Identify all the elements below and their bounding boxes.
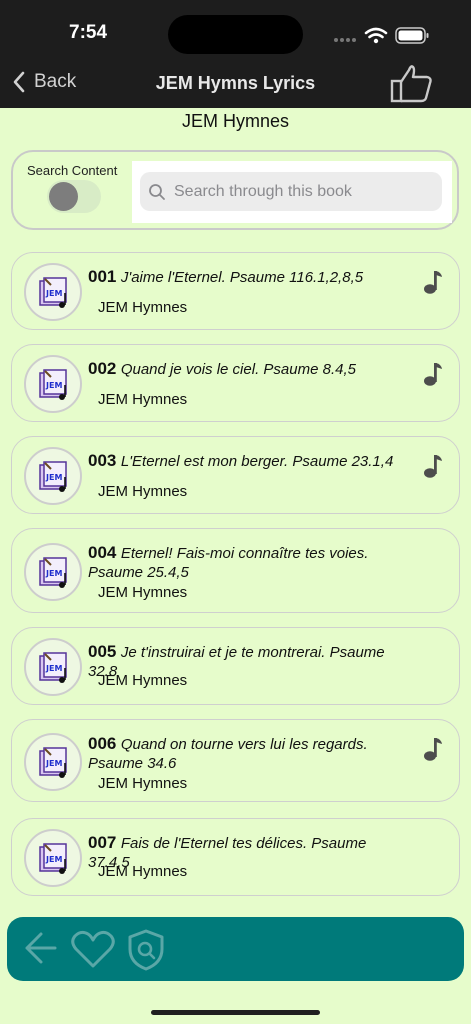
hymn-title: L'Eternel est mon berger. Psaume 23.1,4 — [120, 453, 394, 470]
hymn-thumbnail: JEM — [24, 263, 82, 321]
hymn-title: J'aime l'Eternel. Psaume 116.1,2,8,5 — [120, 269, 364, 286]
hymn-book-name: JEM Hymnes — [98, 391, 188, 408]
hymn-book-name: JEM Hymnes — [98, 483, 188, 500]
hymn-number: 001 — [88, 267, 117, 286]
hymn-heading: 003 L'Eternel est mon berger. Psaume 23.… — [88, 451, 408, 471]
hymn-thumbnail: JEM — [24, 733, 82, 791]
bottom-toolbar — [7, 917, 464, 981]
audio-button[interactable] — [422, 736, 444, 762]
hymn-heading: 002 Quand je vois le ciel. Psaume 8.4,5 — [88, 359, 408, 379]
hymn-book-name: JEM Hymnes — [98, 672, 188, 689]
hymn-thumbnail: JEM — [24, 447, 82, 505]
hymn-title: Quand on tourne vers lui les regards. Ps… — [88, 736, 368, 772]
svg-text:JEM: JEM — [45, 569, 62, 578]
heart-icon — [71, 930, 115, 968]
search-icon — [149, 183, 165, 200]
hymn-book-name: JEM Hymnes — [98, 299, 188, 316]
hymn-book-icon: JEM — [39, 843, 67, 874]
search-field[interactable] — [140, 172, 442, 211]
home-indicator — [151, 1010, 320, 1015]
hymn-list-item[interactable]: JEM 002 Quand je vois le ciel. Psaume 8.4… — [11, 344, 460, 422]
hymn-list-item[interactable]: JEM 006 Quand on tourne vers lui les rega… — [11, 719, 460, 802]
shield-search-icon — [128, 929, 164, 971]
music-note-icon — [424, 363, 442, 386]
music-note-icon — [424, 271, 442, 294]
privacy-search-button[interactable] — [125, 928, 167, 977]
search-content-toggle[interactable] — [47, 180, 101, 213]
hymn-thumbnail: JEM — [24, 543, 82, 601]
hymn-list-item[interactable]: JEM 001 J'aime l'Eternel. Psaume 116.1,2,… — [11, 252, 460, 330]
hymn-number: 003 — [88, 451, 117, 470]
hymn-number: 002 — [88, 359, 117, 378]
hymn-book-icon: JEM — [39, 747, 67, 778]
hymn-book-icon: JEM — [39, 277, 67, 308]
hymn-number: 007 — [88, 833, 117, 852]
music-note-icon — [424, 738, 442, 761]
hymn-book-icon: JEM — [39, 461, 67, 492]
status-time: 7:54 — [69, 22, 108, 43]
page-heading: JEM Hymnes — [181, 111, 289, 131]
hymn-number: 005 — [88, 642, 117, 661]
status-icons — [332, 24, 432, 48]
svg-text:JEM: JEM — [45, 855, 62, 864]
audio-button[interactable] — [422, 269, 444, 295]
battery-icon — [395, 27, 429, 44]
svg-text:JEM: JEM — [45, 759, 62, 768]
hymn-thumbnail: JEM — [24, 638, 82, 696]
audio-button[interactable] — [422, 361, 444, 387]
hymn-book-name: JEM Hymnes — [98, 775, 188, 792]
like-button[interactable] — [389, 62, 435, 104]
svg-text:JEM: JEM — [45, 473, 62, 482]
arrow-left-icon — [25, 932, 57, 964]
svg-text:JEM: JEM — [45, 664, 62, 673]
hymn-book-icon: JEM — [39, 557, 67, 588]
search-input[interactable] — [174, 182, 434, 201]
hymn-thumbnail: JEM — [24, 355, 82, 413]
svg-text:JEM: JEM — [45, 381, 62, 390]
audio-button[interactable] — [422, 453, 444, 479]
back-nav-button[interactable] — [21, 928, 59, 973]
hymn-title: Eternel! Fais-moi connaître tes voies. P… — [88, 545, 369, 581]
music-note-icon — [424, 455, 442, 478]
hymn-list-item[interactable]: JEM 004 Eternel! Fais-moi connaître tes v… — [11, 528, 460, 613]
hymn-list-item[interactable]: JEM 003 L'Eternel est mon berger. Psaume … — [11, 436, 460, 514]
hymn-thumbnail: JEM — [24, 829, 82, 887]
thumbs-up-icon — [390, 65, 432, 103]
favorite-button[interactable] — [69, 928, 117, 975]
hymn-book-icon: JEM — [39, 369, 67, 400]
hymn-number: 006 — [88, 734, 117, 753]
cellular-icon — [334, 38, 356, 42]
top-bar: 7:54 Back JEM Hymns Lyrics — [0, 0, 471, 108]
hymn-heading: 001 J'aime l'Eternel. Psaume 116.1,2,8,5 — [88, 267, 408, 287]
search-content-label: Search Content — [27, 163, 118, 178]
hymn-book-name: JEM Hymnes — [98, 863, 188, 880]
hymn-list-item[interactable]: JEM 005 Je t'instruirai et je te montrera… — [11, 627, 460, 705]
hymn-list-item[interactable]: JEM 007 Fais de l'Eternel tes délices. Ps… — [11, 818, 460, 896]
hymn-book-name: JEM Hymnes — [98, 584, 188, 601]
hymn-heading: 004 Eternel! Fais-moi connaître tes voie… — [88, 543, 408, 582]
hymn-book-icon: JEM — [39, 652, 67, 683]
search-panel: Search Content — [11, 150, 459, 230]
wifi-icon — [364, 27, 388, 39]
hymn-heading: 006 Quand on tourne vers lui les regards… — [88, 734, 408, 773]
dynamic-island — [168, 15, 303, 54]
hymn-number: 004 — [88, 543, 117, 562]
search-bar — [132, 161, 452, 223]
hymn-title: Quand je vois le ciel. Psaume 8.4,5 — [120, 361, 356, 378]
svg-text:JEM: JEM — [45, 289, 62, 298]
toggle-knob — [49, 182, 78, 211]
